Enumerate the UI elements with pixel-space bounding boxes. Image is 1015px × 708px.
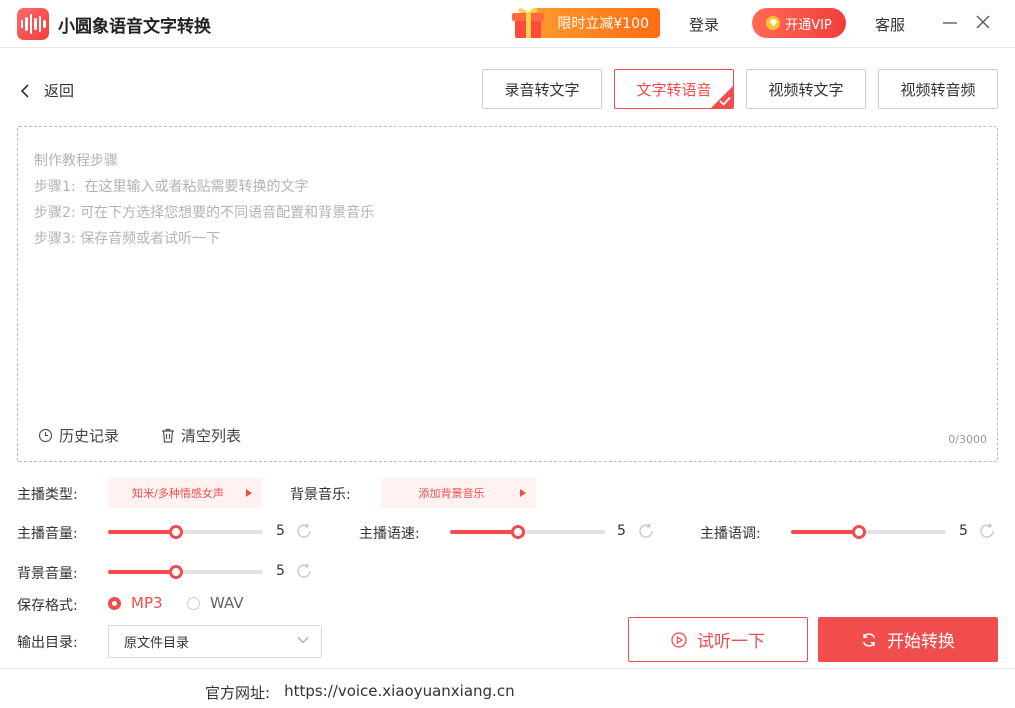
anchor-volume-slider[interactable]	[108, 525, 263, 539]
clear-label: 清空列表	[181, 427, 242, 445]
reset-icon[interactable]	[295, 562, 313, 580]
chevron-left-icon	[20, 83, 29, 98]
clock-icon	[38, 428, 53, 443]
check-icon	[719, 96, 731, 106]
anchor-type-label: 主播类型:	[17, 487, 78, 503]
output-dir-value: 原文件目录	[124, 636, 190, 651]
site-url-link[interactable]: https://voice.xiaoyuanxiang.cn	[284, 682, 515, 703]
site-label: 官方网址:	[205, 684, 271, 702]
gift-icon	[512, 8, 544, 38]
trash-icon	[162, 428, 174, 443]
slider-label: 主播音量:	[17, 526, 78, 542]
tab-label: 视频转音频	[900, 80, 976, 99]
format-radio-mp3[interactable]: MP3	[108, 594, 163, 612]
tab-audio-to-text[interactable]: 录音转文字	[482, 69, 602, 109]
reset-icon[interactable]	[637, 522, 655, 540]
minimize-icon[interactable]	[940, 12, 960, 32]
anchor-speed-slider[interactable]	[450, 525, 605, 539]
anchor-pitch-slider[interactable]	[791, 525, 946, 539]
promo-banner[interactable]: 限时立减¥100	[509, 7, 660, 39]
title-bar: 小圆象语音文字转换 限时立减¥100 登录 开通VIP 客服	[0, 0, 1015, 48]
tab-label: 文字转语音	[636, 80, 712, 99]
vip-button[interactable]: 开通VIP	[752, 8, 846, 38]
slider-value: 5	[276, 563, 285, 579]
reset-icon[interactable]	[978, 522, 996, 540]
slider-knob[interactable]	[852, 525, 867, 539]
clear-list-button[interactable]: 清空列表	[161, 425, 241, 446]
back-button[interactable]: 返回	[20, 80, 74, 101]
format-label: 保存格式:	[17, 598, 78, 614]
output-dir-select[interactable]: 原文件目录	[108, 625, 322, 658]
radio-dot	[187, 596, 200, 610]
format-option-label: WAV	[210, 594, 244, 612]
promo-label: 限时立减¥100	[557, 16, 649, 32]
guide-line: 步骤3: 保存音频或者试听一下	[34, 231, 221, 247]
start-label: 开始转换	[887, 632, 955, 652]
output-dir-label: 输出目录:	[17, 635, 78, 651]
slider-value: 5	[617, 523, 626, 539]
preview-listen-button[interactable]: 试听一下	[628, 617, 808, 662]
guide-line: 制作教程步骤	[34, 153, 118, 169]
history-label: 历史记录	[59, 427, 120, 445]
footer: 官方网址: https://voice.xiaoyuanxiang.cn	[205, 682, 515, 703]
bgm-label: 背景音乐:	[290, 487, 351, 503]
text-input-area[interactable]: 制作教程步骤 步骤1: 在这里输入或者粘贴需要转换的文字 步骤2: 可在下方选择…	[17, 126, 998, 462]
tab-video-to-audio[interactable]: 视频转音频	[878, 69, 998, 109]
bgm-volume-slider[interactable]	[108, 565, 263, 579]
play-arrow-icon	[520, 489, 526, 497]
footer-divider	[0, 668, 1015, 669]
slider-value: 5	[276, 523, 285, 539]
close-icon[interactable]	[973, 12, 993, 32]
bgm-select[interactable]: 添加背景音乐	[381, 478, 536, 508]
vip-label: 开通VIP	[785, 17, 832, 33]
input-placeholder-guide: 制作教程步骤 步骤1: 在这里输入或者粘贴需要转换的文字 步骤2: 可在下方选择…	[34, 148, 374, 252]
slider-label: 背景音量:	[17, 566, 78, 582]
chevron-down-icon	[297, 637, 309, 644]
anchor-type-value: 知米/多种情感女声	[132, 487, 224, 500]
app-logo-icon	[17, 8, 49, 40]
slider-label: 主播语速:	[359, 526, 420, 542]
app-title: 小圆象语音文字转换	[58, 17, 211, 37]
slider-value: 5	[959, 523, 968, 539]
slider-label: 主播语调:	[700, 526, 761, 542]
refresh-icon	[862, 632, 876, 647]
slider-knob[interactable]	[169, 565, 184, 579]
guide-line: 步骤1: 在这里输入或者粘贴需要转换的文字	[34, 179, 309, 195]
reset-icon[interactable]	[295, 522, 313, 540]
history-button[interactable]: 历史记录	[38, 425, 119, 446]
tab-label: 录音转文字	[504, 80, 580, 99]
format-radio-wav[interactable]: WAV	[187, 594, 244, 612]
play-circle-icon	[671, 631, 687, 648]
guide-line: 步骤2: 可在下方选择您想要的不同语音配置和背景音乐	[34, 205, 375, 221]
listen-label: 试听一下	[697, 632, 765, 652]
tab-video-to-text[interactable]: 视频转文字	[746, 69, 866, 109]
customer-service-link[interactable]: 客服	[875, 14, 905, 35]
radio-dot	[108, 596, 121, 610]
bgm-value: 添加背景音乐	[418, 487, 485, 500]
start-convert-button[interactable]: 开始转换	[818, 617, 998, 662]
tab-label: 视频转文字	[768, 80, 844, 99]
slider-knob[interactable]	[511, 525, 526, 539]
back-label: 返回	[44, 82, 75, 100]
login-link[interactable]: 登录	[689, 14, 719, 35]
diamond-icon	[766, 16, 781, 30]
anchor-type-select[interactable]: 知米/多种情感女声	[108, 478, 262, 508]
slider-knob[interactable]	[169, 525, 184, 539]
play-arrow-icon	[246, 489, 252, 497]
format-option-label: MP3	[131, 594, 163, 612]
tab-text-to-speech[interactable]: 文字转语音	[614, 69, 734, 109]
char-counter: 0/3000	[948, 433, 987, 446]
